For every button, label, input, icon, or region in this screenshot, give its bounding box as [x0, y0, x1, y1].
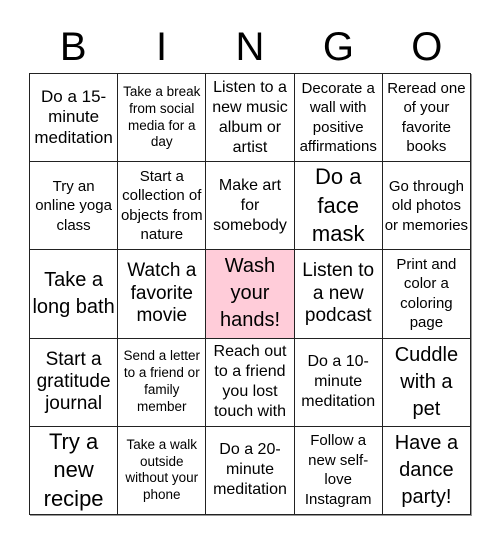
cell-text: Decorate a wall with positive affirmatio…: [299, 79, 377, 156]
cell-text: Wash your hands!: [219, 255, 281, 332]
cell-text: Do a 10-minute meditation: [301, 353, 376, 411]
bingo-cell[interactable]: Do a face mask: [294, 162, 383, 251]
bingo-cell[interactable]: Reach out to a friend you lost touch wit…: [206, 338, 295, 427]
cell-text: Follow a new self-love Instagram: [304, 432, 372, 508]
bingo-header: B I N G O: [29, 22, 471, 72]
bingo-cell[interactable]: Make art for somebody: [206, 162, 295, 251]
bingo-cell[interactable]: Reread one of your favorite books: [382, 74, 471, 163]
cell-text: Cuddle with a pet: [394, 343, 459, 420]
bingo-cell[interactable]: Decorate a wall with positive affirmatio…: [294, 74, 383, 163]
bingo-cell[interactable]: Have a dance party!: [382, 426, 471, 515]
bingo-cell[interactable]: Follow a new self-love Instagram: [294, 426, 383, 515]
bingo-cell[interactable]: Go through old photos or memories: [382, 162, 471, 251]
cell-text: Reach out to a friend you lost touch wit…: [213, 343, 287, 421]
bingo-cell[interactable]: Watch a favorite movie: [118, 250, 207, 339]
bingo-cell[interactable]: Try a new recipe: [30, 426, 119, 515]
cell-text: Do a 15-minute meditation: [34, 87, 113, 147]
cell-text: Take a break from social media for a day: [123, 83, 201, 150]
cell-text: Print and color a coloring page: [396, 255, 457, 332]
cell-text: Do a 20-minute meditation: [213, 441, 287, 499]
cell-text: Take a long bath: [32, 268, 115, 318]
cell-text: Take a walk outside without your phone: [125, 436, 199, 503]
cell-text: Have a dance party!: [394, 431, 459, 508]
cell-text: Go through old photos or memories: [384, 177, 469, 234]
bingo-cell[interactable]: Do a 10-minute meditation: [294, 338, 383, 427]
header-letter-b: B: [59, 25, 87, 69]
cell-text: Try an online yoga class: [35, 177, 112, 234]
cell-text: Make art for somebody: [213, 176, 287, 234]
bingo-cell[interactable]: Do a 20-minute meditation: [206, 426, 295, 515]
cell-text: Listen to a new podcast: [302, 260, 375, 327]
bingo-cell[interactable]: Start a collection of objects from natur…: [118, 162, 207, 251]
cell-text: Start a collection of objects from natur…: [120, 167, 203, 244]
header-letter-o: O: [411, 25, 443, 69]
bingo-cell[interactable]: Print and color a coloring page: [382, 250, 471, 339]
bingo-cell[interactable]: Do a 15-minute meditation: [30, 74, 119, 163]
bingo-cell[interactable]: Listen to a new podcast: [294, 250, 383, 339]
cell-text: Do a face mask: [311, 163, 365, 247]
cell-text: Listen to a new music album or artist: [212, 78, 288, 156]
bingo-cell[interactable]: Take a walk outside without your phone: [118, 426, 207, 515]
bingo-cell[interactable]: Cuddle with a pet: [382, 338, 471, 427]
bingo-cell[interactable]: Take a break from social media for a day: [118, 74, 207, 163]
cell-text: Reread one of your favorite books: [387, 79, 466, 156]
header-letter-i: I: [156, 25, 168, 69]
bingo-cell[interactable]: Take a long bath: [30, 250, 119, 339]
bingo-cell[interactable]: Send a letter to a friend or family memb…: [118, 338, 207, 427]
cell-text: Send a letter to a friend or family memb…: [123, 348, 201, 415]
cell-text: Try a new recipe: [43, 428, 104, 511]
bingo-cell[interactable]: Start a gratitude journal: [30, 338, 119, 427]
free-space-cell[interactable]: Wash your hands!: [206, 250, 295, 339]
bingo-cell[interactable]: Listen to a new music album or artist: [206, 74, 295, 163]
bingo-grid: Do a 15-minute meditation Take a break f…: [29, 73, 471, 515]
bingo-cell[interactable]: Try an online yoga class: [30, 162, 119, 251]
cell-text: Start a gratitude journal: [36, 348, 111, 415]
cell-text: Watch a favorite movie: [127, 260, 197, 327]
header-letter-n: N: [235, 25, 265, 69]
header-letter-g: G: [322, 25, 354, 69]
